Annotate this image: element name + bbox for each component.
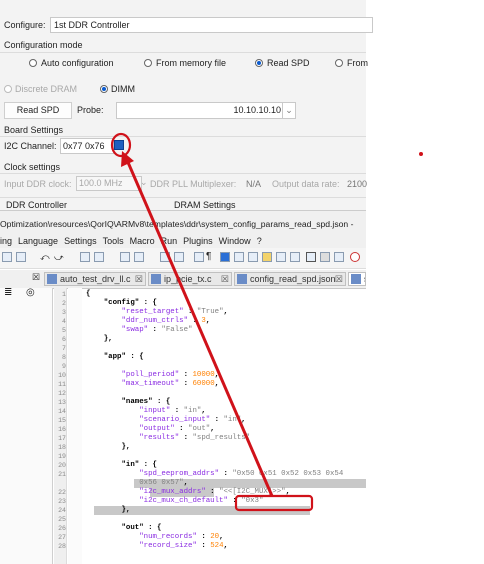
annotation-arrow-line <box>125 159 274 497</box>
annotation-dot <box>419 152 423 156</box>
annotation-layer <box>110 132 423 512</box>
annotation-box <box>234 494 314 512</box>
annotation-circle <box>110 132 132 158</box>
